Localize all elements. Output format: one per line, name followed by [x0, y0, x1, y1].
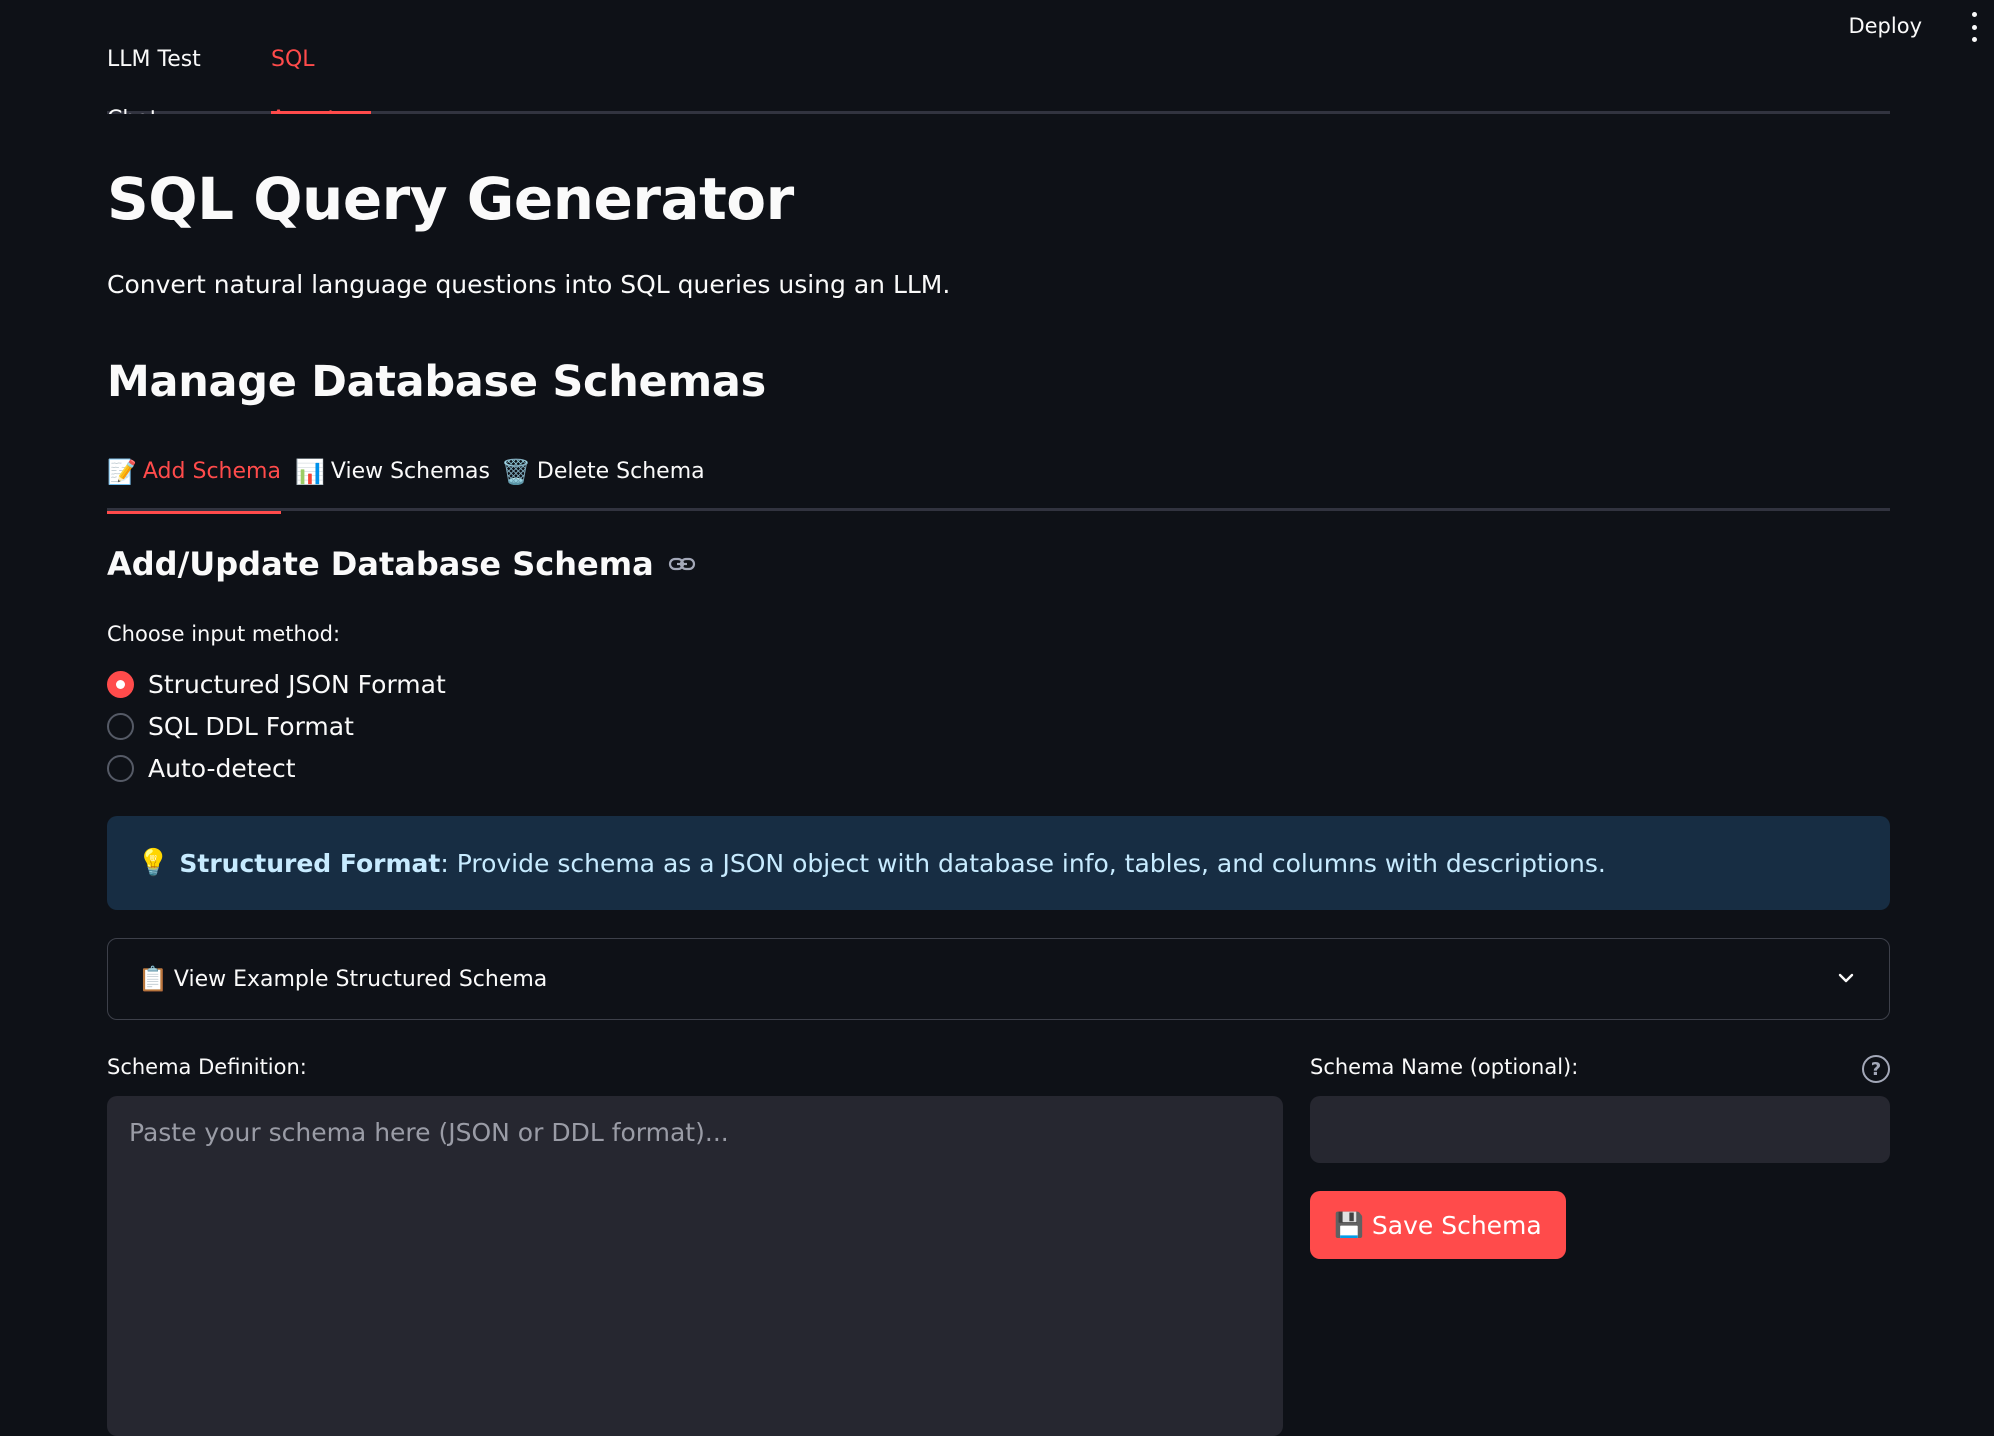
page-subtitle: Convert natural language questions into … [107, 270, 951, 299]
trash-icon: 🗑️ [501, 458, 531, 486]
schema-name-input[interactable] [1310, 1096, 1890, 1163]
menu-dot [1971, 24, 1977, 30]
page-title: SQL Query Generator [107, 165, 794, 233]
top-tab-bar: LLM Test Chat SQL Agent [107, 44, 1890, 114]
header-text: Add/Update Database Schema [107, 545, 654, 583]
tab-label: View Schemas [330, 459, 491, 484]
save-schema-button[interactable]: 💾 Save Schema [1310, 1191, 1566, 1259]
app-header: Deploy [0, 0, 1994, 50]
radio-circle[interactable] [107, 713, 134, 740]
clipboard-icon: 📋 [138, 965, 168, 993]
deploy-button[interactable]: Deploy [1838, 10, 1932, 42]
menu-dot [1971, 12, 1977, 17]
floppy-disk-icon: 💾 [1334, 1211, 1364, 1239]
expander-label: View Example Structured Schema [173, 966, 548, 992]
section-title: Manage Database Schemas [107, 357, 766, 407]
radio-auto-detect[interactable]: Auto-detect [107, 754, 296, 783]
link-icon[interactable] [668, 554, 696, 574]
radio-label: Auto-detect [148, 754, 296, 783]
input-method-label: Choose input method: [107, 622, 341, 646]
tab-label: LLM Test Chat [107, 47, 201, 114]
light-bulb-icon: 💡 [137, 848, 170, 878]
radio-sql-ddl[interactable]: SQL DDL Format [107, 712, 354, 741]
help-icon[interactable]: ? [1862, 1055, 1890, 1083]
kebab-menu-icon[interactable] [1964, 12, 1984, 42]
tab-label: Delete Schema [536, 459, 705, 484]
radio-label: SQL DDL Format [148, 712, 354, 741]
example-schema-expander[interactable]: 📋 View Example Structured Schema [107, 938, 1890, 1020]
tab-label: SQL Agent [271, 47, 336, 114]
info-bold-text: Structured Format [179, 848, 441, 878]
radio-circle[interactable] [107, 755, 134, 782]
schema-definition-label: Schema Definition: [107, 1055, 307, 1079]
tab-delete-schema[interactable]: 🗑️ Delete Schema [501, 445, 705, 511]
info-text: : Provide schema as a JSON object with d… [440, 848, 1606, 878]
tab-view-schemas[interactable]: 📊 View Schemas [295, 445, 490, 511]
schema-definition-textarea[interactable] [107, 1096, 1283, 1436]
chevron-down-icon [1838, 973, 1854, 983]
radio-circle[interactable] [107, 671, 134, 698]
menu-dot [1971, 37, 1977, 42]
schema-name-label: Schema Name (optional): [1310, 1055, 1579, 1079]
info-callout: 💡 Structured Format : Provide schema as … [107, 816, 1890, 910]
radio-label: Structured JSON Format [148, 670, 446, 699]
add-schema-header: Add/Update Database Schema [107, 545, 696, 583]
memo-icon: 📝 [107, 458, 137, 486]
tab-add-schema[interactable]: 📝 Add Schema [107, 445, 281, 514]
button-label: Save Schema [1371, 1210, 1542, 1240]
tab-llm-test-chat[interactable]: LLM Test Chat [107, 44, 215, 114]
bar-chart-icon: 📊 [295, 458, 325, 486]
radio-structured-json[interactable]: Structured JSON Format [107, 670, 446, 699]
tab-sql-agent[interactable]: SQL Agent [271, 44, 371, 114]
schema-tab-bar: 📝 Add Schema 📊 View Schemas 🗑️ Delete Sc… [107, 445, 1890, 514]
tab-label: Add Schema [142, 459, 281, 484]
